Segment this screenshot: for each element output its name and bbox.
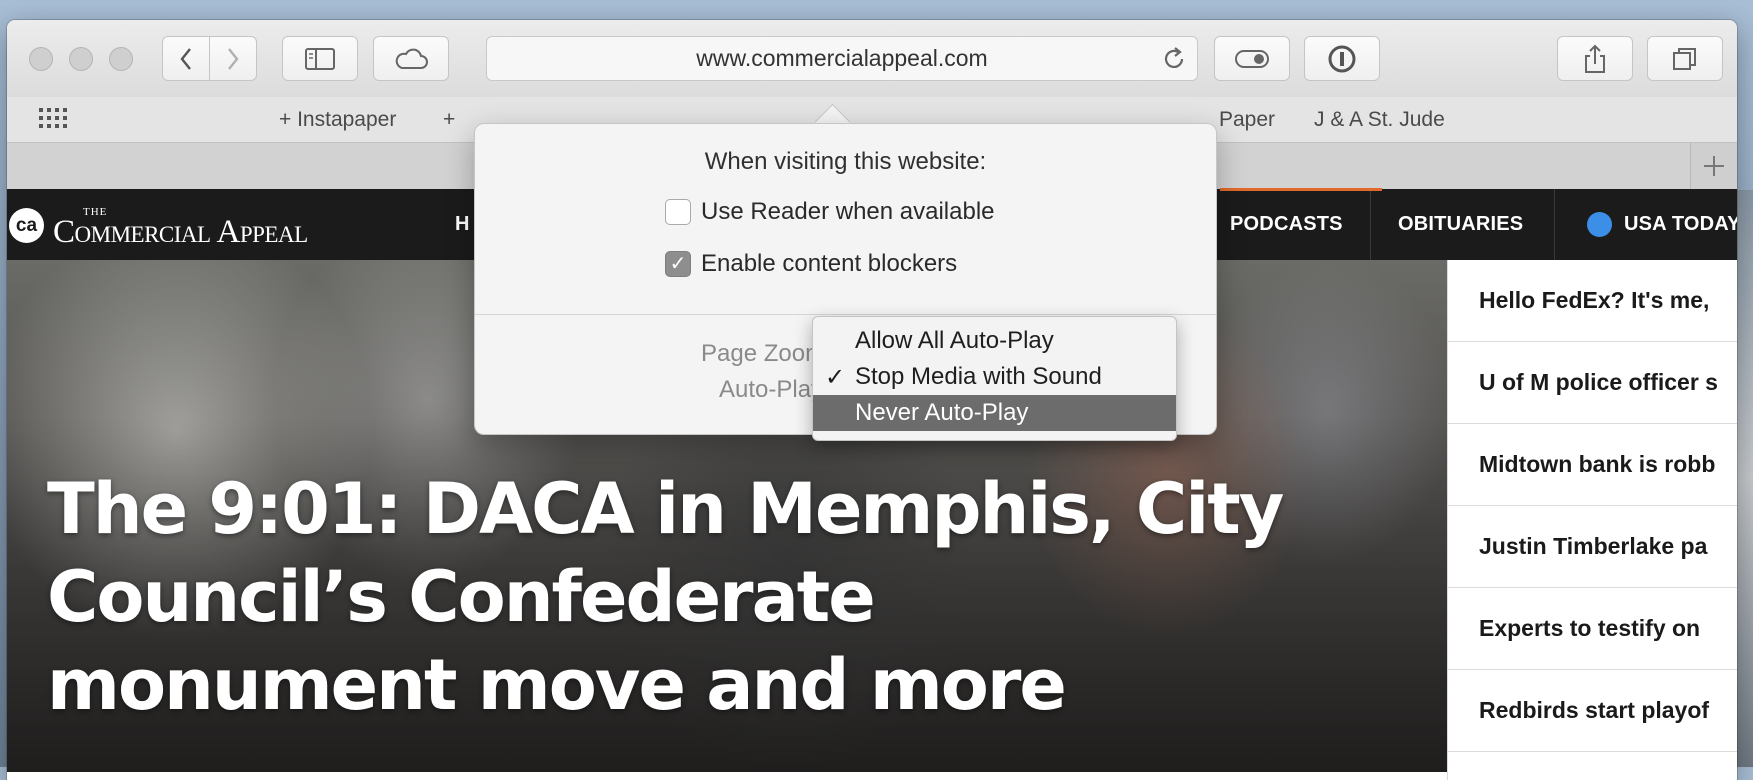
content-blocker-toggle-button[interactable] <box>1214 36 1290 81</box>
bookmark-instapaper[interactable]: + Instapaper <box>279 108 396 132</box>
bookmark-paper[interactable]: Paper <box>1219 108 1275 132</box>
sidebar-icon <box>305 47 335 70</box>
minimize-window-button[interactable] <box>69 47 93 71</box>
list-item[interactable]: Justin Timberlake pa <box>1448 506 1737 588</box>
menu-item-stop-media-with-sound[interactable]: ✓ Stop Media with Sound <box>813 359 1176 395</box>
nav-item-home[interactable]: H <box>455 189 470 260</box>
logo-wordmark: Commercial Appeal <box>53 214 308 250</box>
content-blockers-checkbox[interactable]: ✓ <box>665 251 691 277</box>
nav-item-podcasts[interactable]: PODCASTS <box>1230 189 1343 260</box>
share-icon <box>1585 44 1605 73</box>
reload-icon[interactable] <box>1161 45 1187 79</box>
tabs-overview-icon <box>1673 47 1696 70</box>
back-button[interactable] <box>162 36 210 81</box>
cloud-icon <box>395 48 428 69</box>
list-item[interactable]: Experts to testify on <box>1448 588 1737 670</box>
zoom-window-button[interactable] <box>109 47 133 71</box>
url-text: www.commercialappeal.com <box>696 45 988 71</box>
popover-separator <box>475 314 1216 315</box>
desktop-background <box>1737 190 1753 767</box>
usa-today-dot-icon <box>1587 212 1612 237</box>
close-window-button[interactable] <box>29 47 53 71</box>
reader-option[interactable]: Use Reader when available <box>665 198 995 226</box>
list-item[interactable]: U of M police officer s <box>1448 342 1737 424</box>
nav-divider <box>1370 189 1371 260</box>
popover-title: When visiting this website: <box>704 148 987 175</box>
plus-icon <box>1704 156 1724 176</box>
nav-item-usa-today-label: USA TODAY <box>1624 213 1737 235</box>
forward-button[interactable] <box>209 36 257 81</box>
browser-window: www.commercialappeal.com + Instapaper + … <box>7 20 1737 780</box>
site-logo[interactable]: ca THE Commercial Appeal <box>7 189 425 260</box>
nav-divider <box>1554 189 1555 260</box>
list-item[interactable]: Hello FedEx? It's me, <box>1448 260 1737 342</box>
chevron-right-icon <box>228 47 239 70</box>
grid-icon[interactable] <box>39 108 69 135</box>
content-blockers-option[interactable]: ✓ Enable content blockers <box>665 250 957 278</box>
sidebar-button[interactable] <box>282 36 358 81</box>
logo-mark: ca <box>9 208 44 243</box>
password-manager-button[interactable] <box>1304 36 1380 81</box>
toggle-icon <box>1235 49 1269 68</box>
nav-item-obituaries[interactable]: OBITUARIES <box>1398 189 1523 260</box>
menu-item-allow-all[interactable]: Allow All Auto-Play <box>813 323 1176 359</box>
checkmark-icon: ✓ <box>825 363 846 391</box>
toolbar: www.commercialappeal.com <box>7 20 1737 97</box>
auto-play-label: Auto-Play <box>719 376 824 403</box>
bookmark-st-jude[interactable]: J & A St. Jude <box>1314 108 1445 132</box>
auto-play-menu: Allow All Auto-Play ✓ Stop Media with So… <box>812 316 1177 441</box>
content-divider <box>7 772 1447 780</box>
list-item[interactable]: Midtown bank is robb <box>1448 424 1737 506</box>
content-blockers-label: Enable content blockers <box>701 250 958 277</box>
show-all-tabs-button[interactable] <box>1647 36 1723 81</box>
menu-item-never-auto-play[interactable]: Never Auto-Play <box>813 395 1176 431</box>
list-item[interactable]: Redbirds start playof <box>1448 670 1737 752</box>
share-button[interactable] <box>1557 36 1633 81</box>
top-stories-list: Hello FedEx? It's me, U of M police offi… <box>1447 260 1737 780</box>
nav-item-usa-today[interactable]: USA TODAY <box>1587 189 1737 260</box>
menu-item-stop-media-label: Stop Media with Sound <box>855 363 1102 390</box>
address-bar[interactable]: www.commercialappeal.com <box>486 36 1198 81</box>
keyhole-icon <box>1328 45 1356 72</box>
reader-checkbox[interactable] <box>665 199 691 225</box>
reader-label: Use Reader when available <box>701 198 995 225</box>
icloud-tabs-button[interactable] <box>373 36 449 81</box>
active-tab-indicator <box>1220 188 1382 191</box>
hero-headline[interactable]: The 9:01: DACA in Memphis, City Council’… <box>47 465 1287 729</box>
new-tab-button[interactable] <box>1690 143 1737 189</box>
chevron-left-icon <box>180 47 191 70</box>
bookmark-partial[interactable]: + <box>443 108 455 132</box>
page-zoom-label: Page Zoom <box>701 340 826 367</box>
